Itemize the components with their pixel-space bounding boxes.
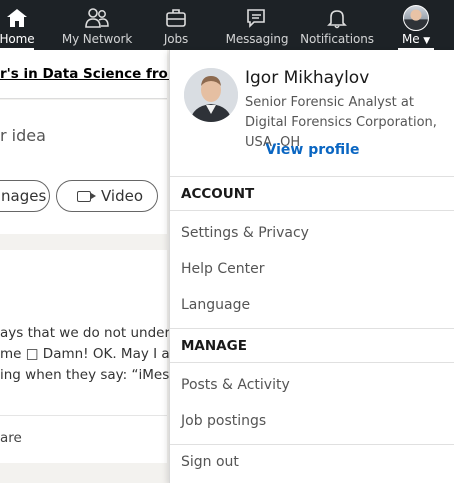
nav-home[interactable]: Home (0, 0, 35, 50)
video-button[interactable]: Video (56, 180, 158, 212)
network-icon (84, 6, 110, 30)
headline-card: r's in Data Science from (0, 50, 170, 99)
feed: r's in Data Science from r idea nages Vi… (0, 50, 170, 483)
post-text-line-1: ays that we do not understa (0, 325, 170, 341)
posts-activity-link[interactable]: Posts & Activity (170, 368, 454, 402)
messaging-icon (244, 6, 270, 30)
post-text-line-2: me □ Damn! OK. May I ask (0, 346, 170, 362)
nav-notifications-label: Notifications (300, 32, 374, 46)
nav-me[interactable]: Me ▼ (398, 0, 434, 50)
post-divider (0, 415, 167, 416)
post-text-line-3: ing when they say: “iMessag (0, 367, 170, 383)
sign-out-link[interactable]: Sign out (170, 445, 454, 479)
video-label: Video (101, 187, 144, 205)
images-button[interactable]: nages (0, 180, 50, 212)
share-prompt[interactable]: r idea (0, 126, 46, 145)
settings-privacy-link[interactable]: Settings & Privacy (170, 216, 454, 250)
nav-jobs[interactable]: Jobs (161, 0, 191, 50)
help-center-link[interactable]: Help Center (170, 252, 454, 286)
caret-down-icon: ▼ (423, 36, 431, 46)
share-action[interactable]: are (0, 430, 22, 446)
me-dropdown: Igor Mikhaylov Senior Forensic Analyst a… (169, 50, 454, 483)
profile-summary: Igor Mikhaylov Senior Forensic Analyst a… (170, 50, 454, 177)
feed-spacer (0, 234, 167, 248)
nav-home-label: Home (0, 32, 35, 46)
manage-heading: MANAGE (170, 329, 454, 363)
video-camera-icon (77, 190, 96, 202)
nav-messaging-label: Messaging (225, 32, 289, 46)
account-heading: ACCOUNT (170, 177, 454, 211)
feed-spacer-bottom (0, 463, 167, 483)
share-box: r idea (0, 100, 167, 235)
images-label: nages (1, 187, 47, 205)
feed-headline-link[interactable]: r's in Data Science from (0, 66, 170, 82)
home-icon (4, 6, 30, 30)
briefcase-icon (163, 6, 189, 30)
language-link[interactable]: Language (170, 288, 454, 322)
nav-notifications[interactable]: Notifications (300, 0, 374, 50)
nav-me-label: Me (401, 32, 420, 46)
profile-name: Igor Mikhaylov (245, 68, 370, 88)
avatar (403, 5, 429, 31)
job-postings-link[interactable]: Job postings (170, 404, 454, 438)
profile-avatar[interactable] (184, 68, 238, 122)
nav-network-label: My Network (61, 32, 133, 46)
view-profile-link[interactable]: View profile (170, 142, 454, 158)
nav-jobs-label: Jobs (163, 32, 189, 46)
nav-my-network[interactable]: My Network (60, 0, 134, 50)
bell-icon (324, 6, 350, 30)
nav-messaging[interactable]: Messaging (225, 0, 289, 50)
global-nav: Home My Network Jobs Messaging Notificat… (0, 0, 454, 50)
feed-post: ays that we do not understa me □ Damn! O… (0, 250, 170, 467)
